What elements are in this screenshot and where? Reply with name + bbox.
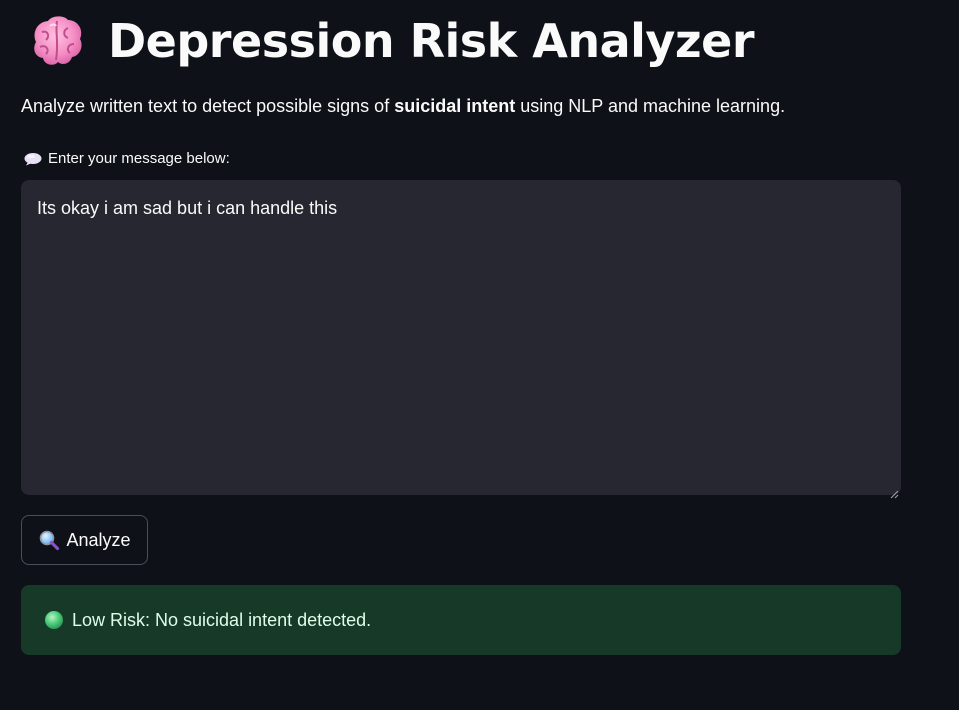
message-textarea-value: Its okay i am sad but i can handle this (37, 198, 338, 218)
analyze-button-label: Analyze (66, 529, 131, 550)
page-description: Analyze written text to detect possible … (21, 96, 785, 117)
message-input-label: Enter your message below: (24, 150, 230, 167)
brain-icon (28, 12, 86, 70)
page-title: Depression Risk Analyzer (108, 14, 755, 68)
result-text: Low Risk: No suicidal intent detected. (72, 609, 372, 630)
message-input-label-text: Enter your message below: (48, 150, 230, 167)
green-circle-icon (44, 610, 64, 630)
speech-bubble-icon (24, 152, 42, 166)
result-alert: Low Risk: No suicidal intent detected. (21, 585, 901, 655)
message-textarea[interactable]: Its okay i am sad but i can handle this (21, 180, 901, 499)
resize-handle-icon[interactable] (889, 483, 899, 499)
page-header: Depression Risk Analyzer (28, 6, 755, 76)
description-emphasis: suicidal intent (394, 96, 516, 116)
description-suffix: using NLP and machine learning. (515, 96, 786, 116)
analyze-button[interactable]: Analyze (21, 515, 148, 565)
app-page: Depression Risk Analyzer Analyze written… (0, 0, 959, 710)
magnifier-icon (38, 529, 60, 551)
description-prefix: Analyze written text to detect possible … (21, 96, 395, 116)
